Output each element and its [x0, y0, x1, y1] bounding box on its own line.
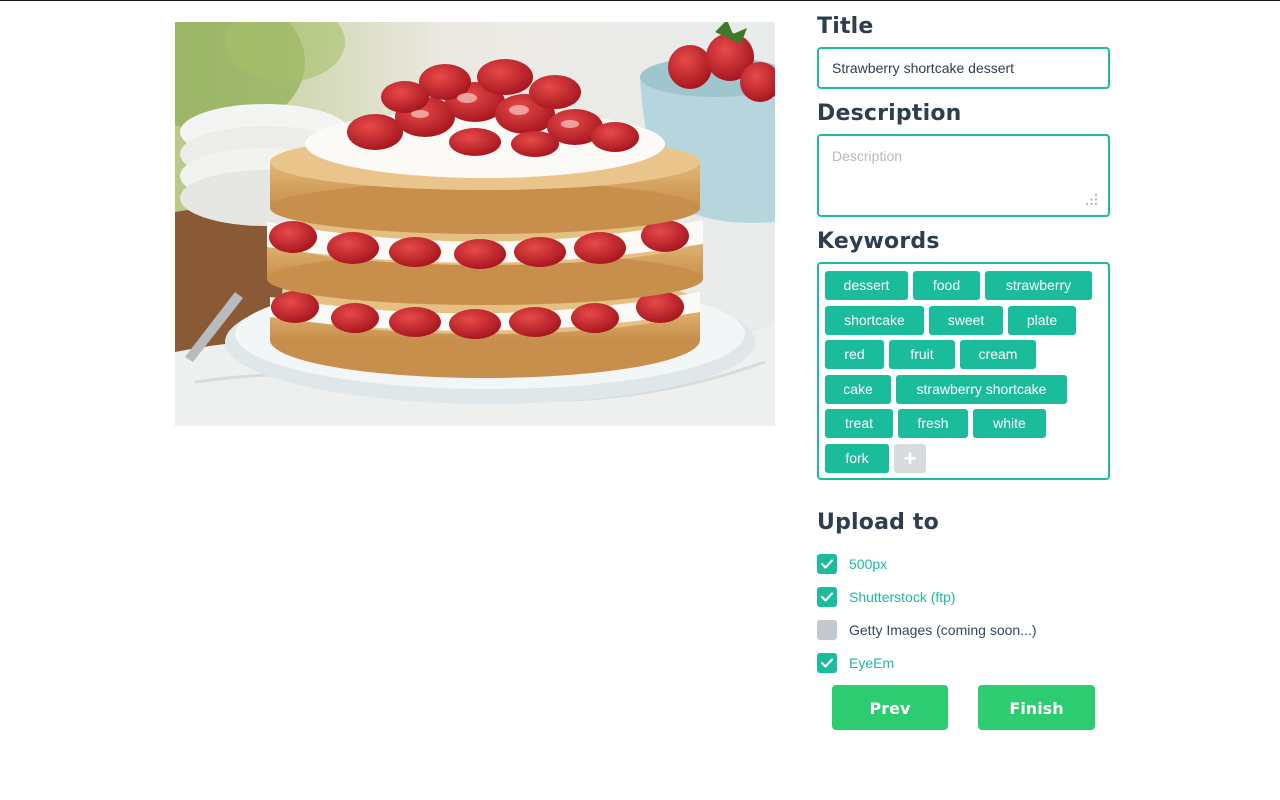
keyword-tag[interactable]: strawberry — [985, 271, 1092, 300]
keyword-tag[interactable]: cake — [825, 374, 891, 404]
title-field[interactable] — [817, 47, 1110, 89]
keyword-tag[interactable]: fresh — [898, 409, 968, 439]
checkbox-checked[interactable] — [817, 587, 837, 607]
description-field[interactable] — [817, 134, 1110, 217]
keyword-row: dessert food strawberry — [825, 271, 1108, 300]
keyword-tag[interactable]: cream — [960, 340, 1036, 370]
keyword-tag[interactable]: dessert — [825, 271, 908, 300]
checkbox-unchecked[interactable] — [817, 620, 837, 640]
keyword-tag[interactable]: treat — [825, 409, 893, 439]
keyword-row: shortcake sweet plate — [825, 305, 1108, 335]
upload-option-label: Shutterstock (ftp) — [849, 589, 956, 605]
checkmark-icon — [820, 559, 834, 569]
keywords-heading: Keywords — [817, 229, 940, 254]
resize-grip-icon[interactable] — [1084, 192, 1098, 206]
title-input[interactable] — [819, 49, 1108, 87]
upload-option-shutterstock[interactable]: Shutterstock (ftp) — [817, 587, 956, 607]
prev-button[interactable]: Prev — [832, 685, 948, 730]
keywords-box[interactable]: dessert food strawberry shortcake sweet … — [817, 262, 1110, 480]
finish-button[interactable]: Finish — [978, 685, 1095, 730]
keyword-tag[interactable]: shortcake — [825, 305, 924, 335]
description-input[interactable] — [819, 136, 1108, 215]
upload-option-getty[interactable]: Getty Images (coming soon...) — [817, 620, 1037, 640]
upload-option-label: Getty Images (coming soon...) — [849, 622, 1037, 638]
checkbox-checked[interactable] — [817, 653, 837, 673]
checkmark-icon — [820, 658, 834, 668]
upload-option-500px[interactable]: 500px — [817, 554, 887, 574]
keyword-tag[interactable]: fork — [825, 443, 889, 473]
keyword-tag[interactable]: fruit — [889, 340, 955, 370]
strawberry-shortcake-photo — [175, 22, 775, 426]
keyword-tag[interactable]: strawberry shortcake — [896, 374, 1067, 404]
keyword-tag[interactable]: food — [913, 271, 980, 300]
keyword-tag[interactable]: red — [825, 340, 884, 370]
keyword-row: red fruit cream — [825, 340, 1108, 370]
keyword-row: treat fresh white — [825, 409, 1108, 439]
upload-heading: Upload to — [817, 510, 939, 535]
upload-option-label: 500px — [849, 556, 888, 572]
keyword-tag[interactable]: sweet — [929, 305, 1003, 335]
add-keyword-button[interactable]: + — [894, 443, 926, 473]
upload-option-eyeem[interactable]: EyeEm — [817, 653, 894, 673]
upload-option-label: EyeEm — [849, 655, 895, 671]
keyword-tag[interactable]: white — [973, 409, 1046, 439]
checkmark-icon — [820, 592, 834, 602]
keyword-tag[interactable]: plate — [1008, 305, 1076, 335]
keyword-row: cake strawberry shortcake — [825, 374, 1108, 404]
checkbox-checked[interactable] — [817, 554, 837, 574]
keyword-row: fork + — [825, 443, 1108, 473]
title-heading: Title — [817, 14, 874, 39]
description-heading: Description — [817, 101, 962, 126]
